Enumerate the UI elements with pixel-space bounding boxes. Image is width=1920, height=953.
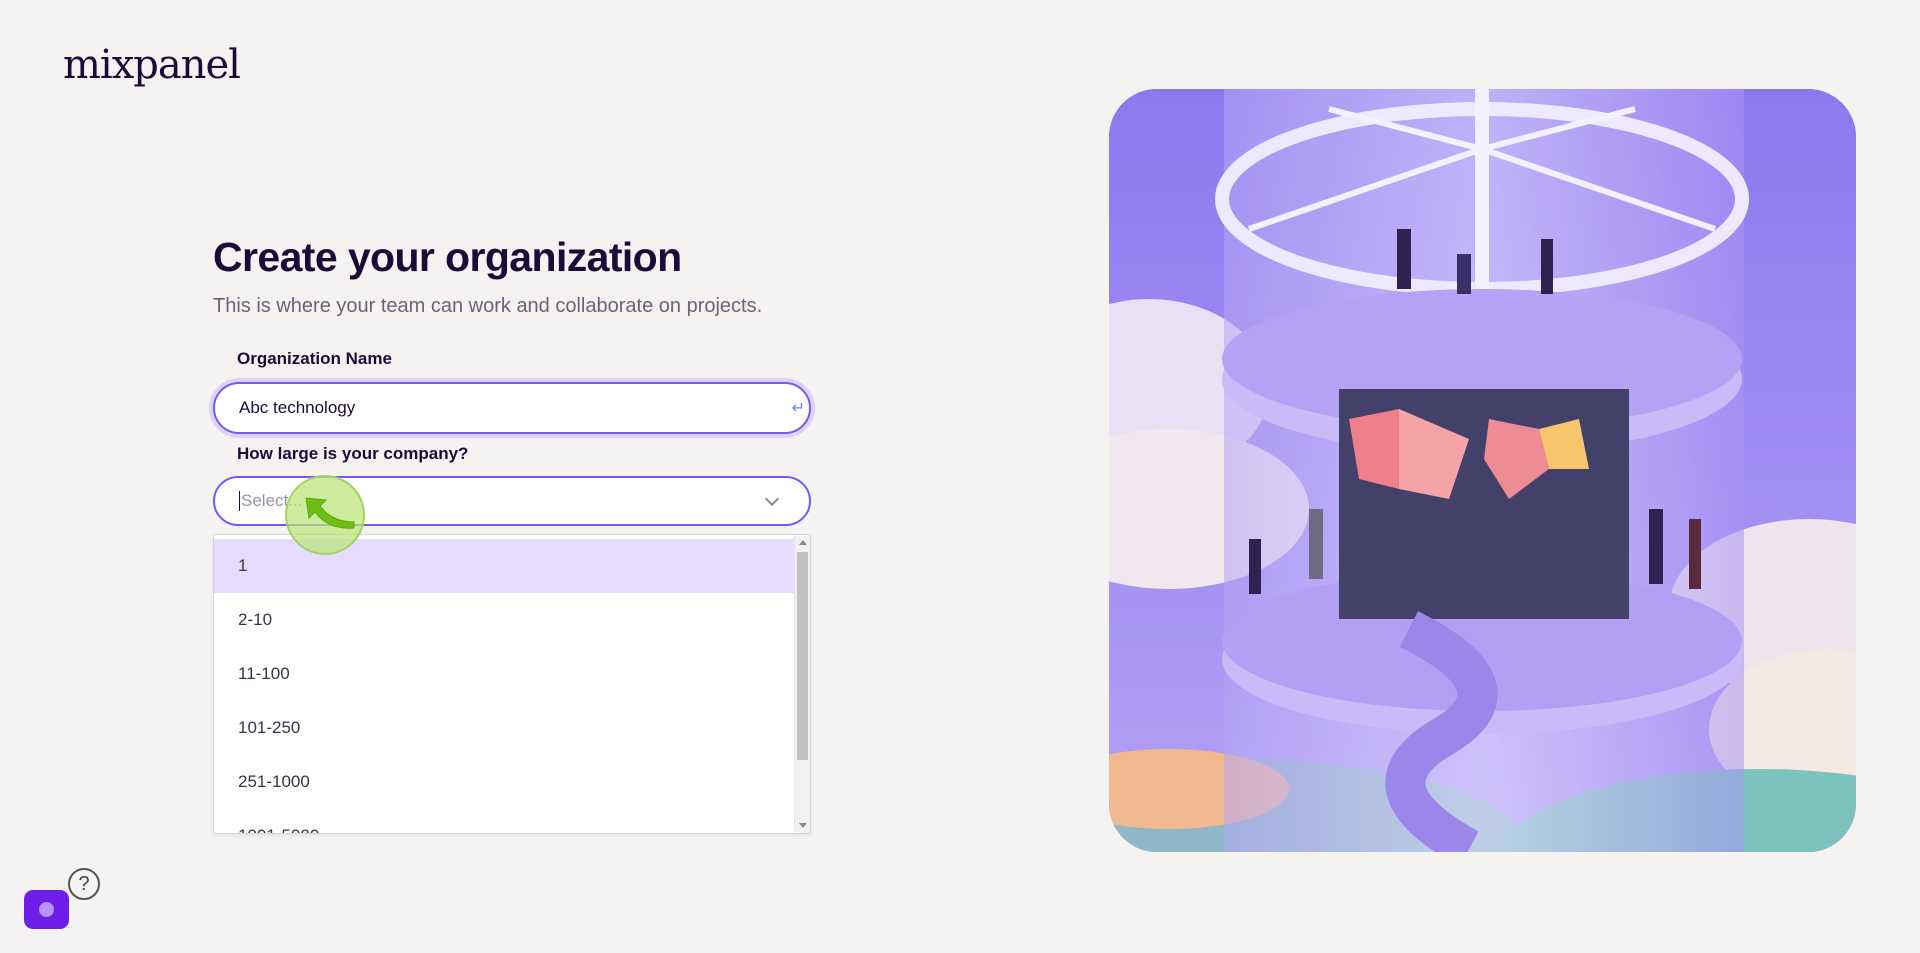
- company-size-dropdown[interactable]: 1 2-10 11-100 101-250 251-1000 1001-5000: [213, 534, 811, 834]
- help-icon[interactable]: ?: [68, 868, 100, 900]
- create-org-form: Create your organization This is where y…: [213, 234, 813, 318]
- text-caret: [239, 491, 240, 511]
- dropdown-option[interactable]: 2-10: [214, 593, 796, 647]
- tower-illustration-icon: [1109, 89, 1856, 852]
- help-glyph: ?: [78, 872, 90, 895]
- dropdown-option[interactable]: 251-1000: [214, 755, 796, 809]
- page-title: Create your organization: [213, 234, 682, 280]
- mixpanel-logo: mixpanel: [63, 42, 241, 88]
- org-name-label: Organization Name: [237, 349, 392, 368]
- chat-launcher-icon: [39, 902, 54, 917]
- dropdown-scrollbar[interactable]: [794, 535, 810, 833]
- cursor-arrow-icon: [305, 497, 355, 529]
- scroll-down-arrow-icon[interactable]: [799, 823, 807, 828]
- chevron-down-icon[interactable]: [764, 491, 780, 507]
- scroll-up-arrow-icon[interactable]: [799, 540, 807, 545]
- company-size-label: How large is your company?: [237, 444, 469, 463]
- dropdown-option[interactable]: 101-250: [214, 701, 796, 755]
- dropdown-option[interactable]: 1001-5000: [214, 809, 796, 833]
- return-arrow-icon: ↵: [791, 400, 805, 417]
- page-subtitle: This is where your team can work and col…: [213, 295, 763, 317]
- org-name-value: Abc technology: [239, 398, 356, 417]
- dropdown-option[interactable]: 11-100: [214, 647, 796, 701]
- hero-illustration: [1109, 89, 1856, 852]
- chat-launcher-button[interactable]: [24, 890, 69, 929]
- org-name-input[interactable]: Abc technology ↵: [213, 382, 811, 434]
- scroll-thumb[interactable]: [797, 552, 808, 760]
